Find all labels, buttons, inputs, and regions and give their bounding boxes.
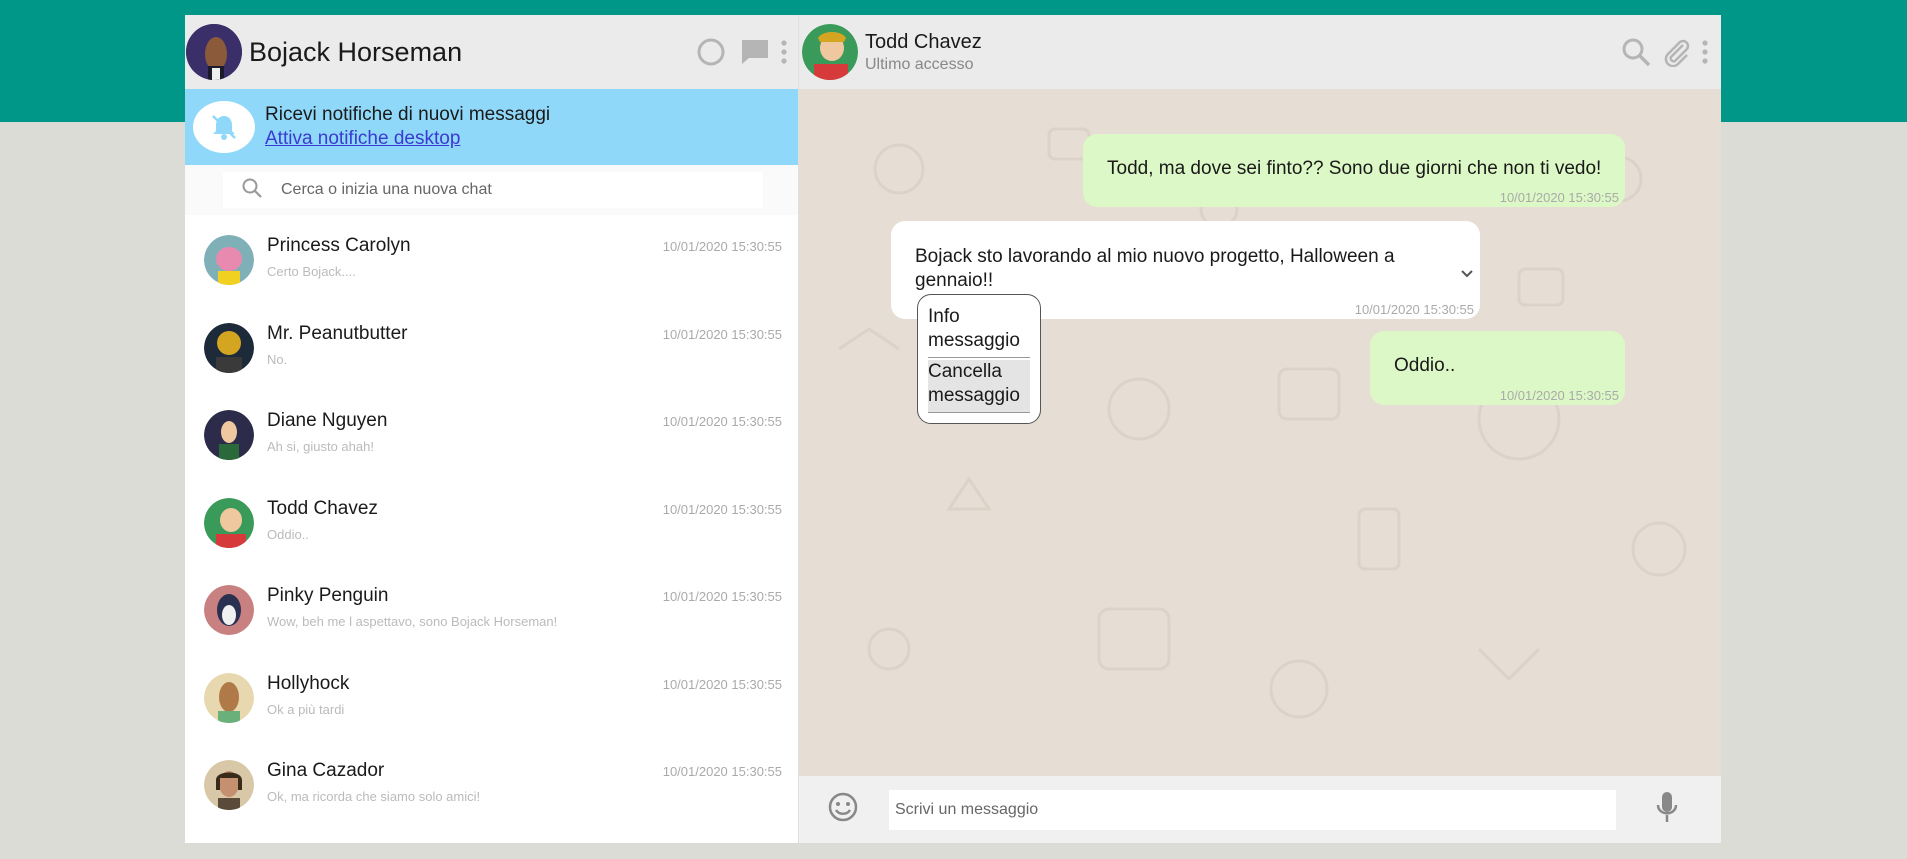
status-icon[interactable] — [696, 37, 726, 67]
enable-notifications-link[interactable]: Attiva notifiche desktop — [265, 128, 460, 150]
new-chat-icon[interactable] — [740, 37, 770, 67]
message-input[interactable] — [889, 789, 1616, 830]
avatar — [204, 322, 254, 373]
bell-off-icon — [193, 101, 255, 153]
emoji-icon[interactable] — [827, 791, 859, 828]
chat-time: 10/01/2020 15:30:55 — [662, 239, 782, 254]
contact-name: Todd Chavez — [865, 30, 982, 53]
avatar — [204, 672, 254, 723]
message-sent[interactable]: Todd, ma dove sei finto?? Sono due giorn… — [1083, 134, 1625, 207]
chat-time: 10/01/2020 15:30:55 — [662, 764, 782, 779]
chat-item-princess-carolyn[interactable]: Princess Carolyn 10/01/2020 15:30:55 Cert… — [185, 215, 798, 303]
menu-item-info-message[interactable]: Info messaggio — [928, 305, 1030, 358]
chat-name: Diane Nguyen — [267, 410, 388, 431]
message-options-menu: Info messaggio Cancella messaggio — [917, 294, 1041, 424]
chat-preview: No. — [267, 351, 288, 367]
chat-name: Princess Carolyn — [267, 235, 411, 256]
chat-name: Hollyhock — [267, 672, 350, 694]
menu-item-delete-message[interactable]: Cancella messaggio — [928, 360, 1030, 413]
message-text: Bojack sto lavorando al mio nuovo proget… — [915, 246, 1395, 291]
message-time: 10/01/2020 15:30:55 — [1499, 190, 1619, 205]
message-time: 10/01/2020 15:30:55 — [1354, 302, 1474, 317]
chat-name: Todd Chavez — [267, 497, 378, 519]
avatar — [204, 585, 254, 635]
avatar — [204, 410, 254, 460]
chat-item-todd-chavez[interactable]: Todd Chavez 10/01/2020 15:30:55 Oddio.. — [185, 478, 798, 566]
message-text: Todd, ma dove sei finto?? Sono due giorn… — [1107, 158, 1602, 179]
chat-name: Gina Cazador — [267, 760, 385, 781]
chat-time: 10/01/2020 15:30:55 — [662, 414, 782, 429]
profile-header: Bojack Horseman — [185, 15, 798, 89]
message-sent[interactable]: Oddio.. 10/01/2020 15:30:55 — [1370, 331, 1625, 405]
search-box — [223, 172, 763, 208]
my-avatar[interactable] — [186, 24, 242, 80]
chat-item-pinky-penguin[interactable]: Pinky Penguin 10/01/2020 15:30:55 Wow, be… — [185, 565, 798, 653]
conversation-header: Todd Chavez Ultimo accesso — [799, 15, 1721, 89]
chat-time: 10/01/2020 15:30:55 — [662, 589, 782, 604]
search-icon[interactable] — [1621, 37, 1651, 67]
chat-item-mr-peanutbutter[interactable]: Mr. Peanutbutter 10/01/2020 15:30:55 No. — [185, 303, 798, 391]
chat-time: 10/01/2020 15:30:55 — [662, 326, 782, 342]
chat-name: Mr. Peanutbutter — [267, 322, 408, 344]
avatar — [204, 497, 254, 548]
search-bar — [185, 165, 798, 215]
app-window: Bojack Horseman Ricevi notifiche di nuov… — [185, 15, 1721, 843]
avatar — [204, 760, 254, 810]
conversation-panel: Todd Chavez Ultimo accesso Todd, ma dove… — [799, 15, 1721, 843]
contact-status: Ultimo accesso — [865, 55, 974, 73]
notification-banner: Ricevi notifiche di nuovi messaggi Attiv… — [185, 89, 798, 165]
chat-time: 10/01/2020 15:30:55 — [662, 676, 782, 692]
message-area: Todd, ma dove sei finto?? Sono due giorn… — [799, 89, 1721, 776]
chat-preview: Oddio.. — [267, 526, 309, 542]
avatar — [204, 235, 254, 285]
chat-item-diane-nguyen[interactable]: Diane Nguyen 10/01/2020 15:30:55 Ah si, g… — [185, 390, 798, 478]
menu-icon[interactable] — [1699, 37, 1711, 67]
message-time: 10/01/2020 15:30:55 — [1499, 388, 1619, 403]
chat-preview: Ok a più tardi — [267, 701, 345, 717]
message-text: Oddio.. — [1394, 355, 1456, 376]
search-icon[interactable] — [241, 177, 263, 204]
chat-name: Pinky Penguin — [267, 585, 389, 606]
chat-preview: Certo Bojack.... — [267, 264, 356, 279]
my-name: Bojack Horseman — [249, 36, 463, 67]
message-composer — [799, 776, 1721, 843]
sidebar: Bojack Horseman Ricevi notifiche di nuov… — [185, 15, 799, 843]
chat-preview: Wow, beh me l aspettavo, sono Bojack Hor… — [267, 614, 558, 629]
chevron-down-icon[interactable] — [1460, 263, 1474, 285]
chat-item-gina-cazador[interactable]: Gina Cazador 10/01/2020 15:30:55 Ok, ma r… — [185, 740, 798, 828]
contact-avatar[interactable] — [802, 24, 858, 80]
attach-icon[interactable] — [1661, 37, 1691, 67]
menu-icon[interactable] — [778, 37, 790, 67]
chat-item-hollyhock[interactable]: Hollyhock 10/01/2020 15:30:55 Ok a più ta… — [185, 653, 798, 741]
chat-preview: Ah si, giusto ahah! — [267, 439, 374, 454]
microphone-icon[interactable] — [1656, 791, 1678, 828]
notification-title: Ricevi notifiche di nuovi messaggi — [265, 104, 551, 125]
chat-list: Princess Carolyn 10/01/2020 15:30:55 Cert… — [185, 215, 798, 843]
chat-preview: Ok, ma ricorda che siamo solo amici! — [267, 789, 481, 804]
chat-time: 10/01/2020 15:30:55 — [662, 501, 782, 517]
search-input[interactable] — [281, 181, 741, 199]
